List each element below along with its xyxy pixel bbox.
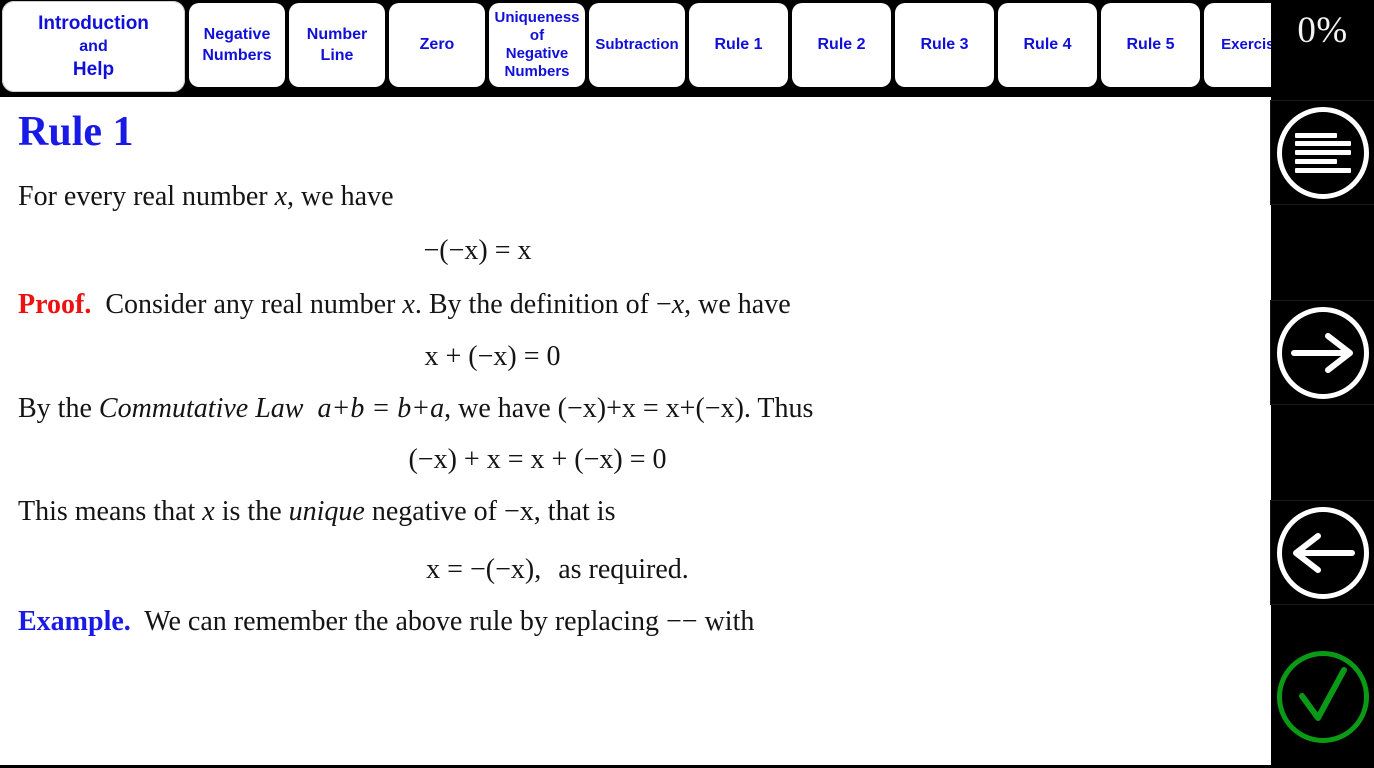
tab-number-line[interactable]: Number Line [289,3,385,87]
menu-button[interactable] [1270,100,1374,205]
tab-label-line: Subtraction [595,36,679,54]
unique-text-before: This means that [18,496,203,528]
check-answer-button[interactable] [1271,645,1374,748]
menu-icon [1276,106,1369,199]
intro-text-after: , we have [287,181,394,213]
tab-label-line: Zero [419,36,455,54]
law-text-before: By the [18,392,99,424]
commutative-law-paragraph: By the Commutative Law a+b = b+a, we hav… [18,389,1257,429]
tab-uniqueness-of-negative-numbers[interactable]: Uniqueness of Negative Numbers [489,3,585,87]
example-keyword: Example. [18,606,131,638]
tab-label-line: Negative [203,25,271,43]
example-text: We can remember the above rule by replac… [144,606,755,638]
equation-3: (−x) + x = x + (−x) = 0 [408,444,667,476]
tab-label-line: of [529,27,545,44]
previous-page-button[interactable] [1270,500,1374,605]
tab-negative-numbers[interactable]: Negative Numbers [189,3,285,87]
intro-variable: x [274,181,288,213]
app-root: Introduction and Help Negative Numbers N… [0,0,1374,768]
tab-label-line: Numbers [202,47,272,64]
intro-text-before: For every real number [18,181,275,213]
unique-text-after: negative of −x, that is [364,496,616,528]
tab-exercise[interactable]: Exercise [1204,3,1271,87]
arrow-left-glyph [1292,532,1355,573]
intro-paragraph: For every real number x, we have [18,177,1257,217]
checkmark-icon [1276,650,1369,743]
tab-label-line: Rule 5 [1126,36,1175,54]
tab-rule-1[interactable]: Rule 1 [689,3,788,87]
navigation-sidebar [1270,97,1374,768]
proof-text-3: , we have [684,288,791,320]
tab-label-line: Rule 2 [817,36,866,54]
tab-label-line: Number [306,25,368,43]
tab-label-line: Uniqueness [494,9,580,26]
equation-4-expression: x = −(−x), [426,554,542,586]
tab-label-line: Rule 3 [920,36,969,54]
tab-label-line: Help [72,59,115,81]
lesson-content-panel: Rule 1 For every real number x , we have … [0,97,1271,765]
proof-text-1: Consider any real number [105,288,403,320]
menu-icon-lines [1294,132,1351,173]
proof-variable-1: x [402,288,415,320]
checkmark-glyph [1298,666,1347,721]
topic-tab-bar: Introduction and Help Negative Numbers N… [0,0,1271,97]
arrow-right-glyph [1290,332,1353,373]
proof-variable-2: x [671,288,685,320]
proof-text-2: . By the definition of − [414,288,672,320]
arrow-left-icon [1276,506,1369,599]
tab-label-line: Numbers [504,63,570,80]
tab-zero[interactable]: Zero [389,3,485,87]
law-text-after: , we have (−x)+x = x+(−x). Thus [444,392,814,424]
example-paragraph: Example. We can remember the above rule … [18,602,1257,642]
equation-4: x = −(−x), as required. [18,554,1257,586]
tab-introduction-and-help[interactable]: Introduction and Help [2,1,185,92]
unique-variable: x [202,496,215,528]
equation-4-note: as required. [558,554,689,586]
page-title: Rule 1 [18,109,134,155]
unique-emphasis: unique [288,496,365,528]
tab-subtraction[interactable]: Subtraction [589,3,685,87]
proof-keyword: Proof. [18,288,92,320]
unique-text-mid: is the [214,496,289,528]
tab-label-line: Exercise [1221,36,1271,54]
tab-label-line: and [79,37,108,55]
equation-1: −(−x) = x [423,234,532,266]
equation-2: x + (−x) = 0 [424,340,561,372]
law-name: Commutative Law [98,392,304,424]
tab-rule-2[interactable]: Rule 2 [792,3,891,87]
progress-area: 0% [1271,0,1374,97]
uniqueness-paragraph: This means that x is the unique negative… [18,492,1257,532]
next-page-button[interactable] [1270,300,1374,405]
tab-rule-3[interactable]: Rule 3 [895,3,994,87]
tab-rule-4[interactable]: Rule 4 [998,3,1097,87]
tab-label-line: Rule 1 [714,36,763,54]
tab-rule-5[interactable]: Rule 5 [1101,3,1200,87]
law-formula: a+b = b+a [317,392,445,424]
tab-label-line: Rule 4 [1023,36,1072,54]
tab-label-line: Line [320,47,354,64]
proof-paragraph: Proof. Consider any real number x. By th… [18,285,1257,325]
tab-label-line: Introduction [38,12,149,34]
tab-label-line: Negative [505,45,569,62]
arrow-right-icon [1276,306,1369,399]
progress-percent-label: 0% [1297,10,1348,51]
